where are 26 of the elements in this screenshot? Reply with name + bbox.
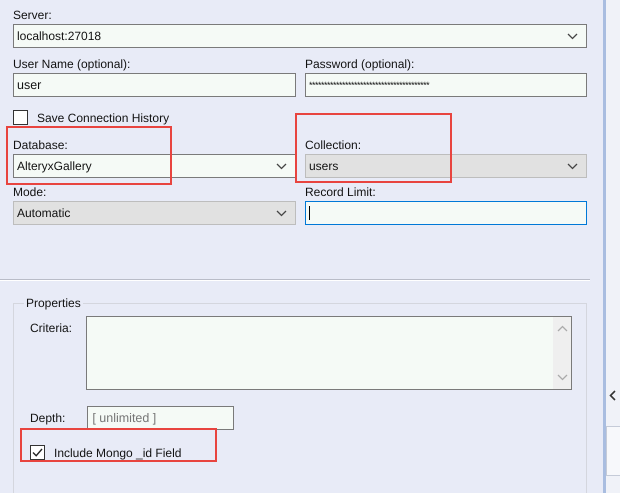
field-label: Password (optional): <box>305 57 416 71</box>
field-label: Mode: <box>13 185 48 199</box>
dropdown[interactable]: localhost:27018 <box>13 24 587 48</box>
chevron-down-icon <box>276 210 287 216</box>
dropdown[interactable]: AlteryxGallery <box>13 154 296 178</box>
chevron-down-icon <box>276 162 287 170</box>
chevron-left-icon[interactable] <box>609 390 616 401</box>
input-field[interactable]: user <box>13 73 296 97</box>
input-field[interactable] <box>305 201 587 225</box>
password-field[interactable]: **************************************** <box>305 73 587 97</box>
field-label: Depth: <box>30 411 66 425</box>
checkbox[interactable] <box>13 110 28 125</box>
field-label: User Name (optional): <box>13 57 132 71</box>
group-title: Properties <box>24 296 83 310</box>
field-label: Record Limit: <box>305 185 377 199</box>
chevron-down-icon <box>567 32 578 40</box>
chevron-down-icon <box>567 162 578 170</box>
field-label: Database: <box>13 138 69 152</box>
criteria-text-area[interactable] <box>86 316 572 390</box>
input-field[interactable]: [ unlimited ] <box>87 406 234 430</box>
field-label: Collection: <box>305 138 362 152</box>
checkbox-label: Include Mongo _id Field <box>54 446 182 460</box>
field-label: Criteria: <box>30 320 72 337</box>
checkbox-label: Save Connection History <box>37 110 170 124</box>
checkbox[interactable] <box>30 445 45 460</box>
field-label: Server: <box>13 8 53 22</box>
